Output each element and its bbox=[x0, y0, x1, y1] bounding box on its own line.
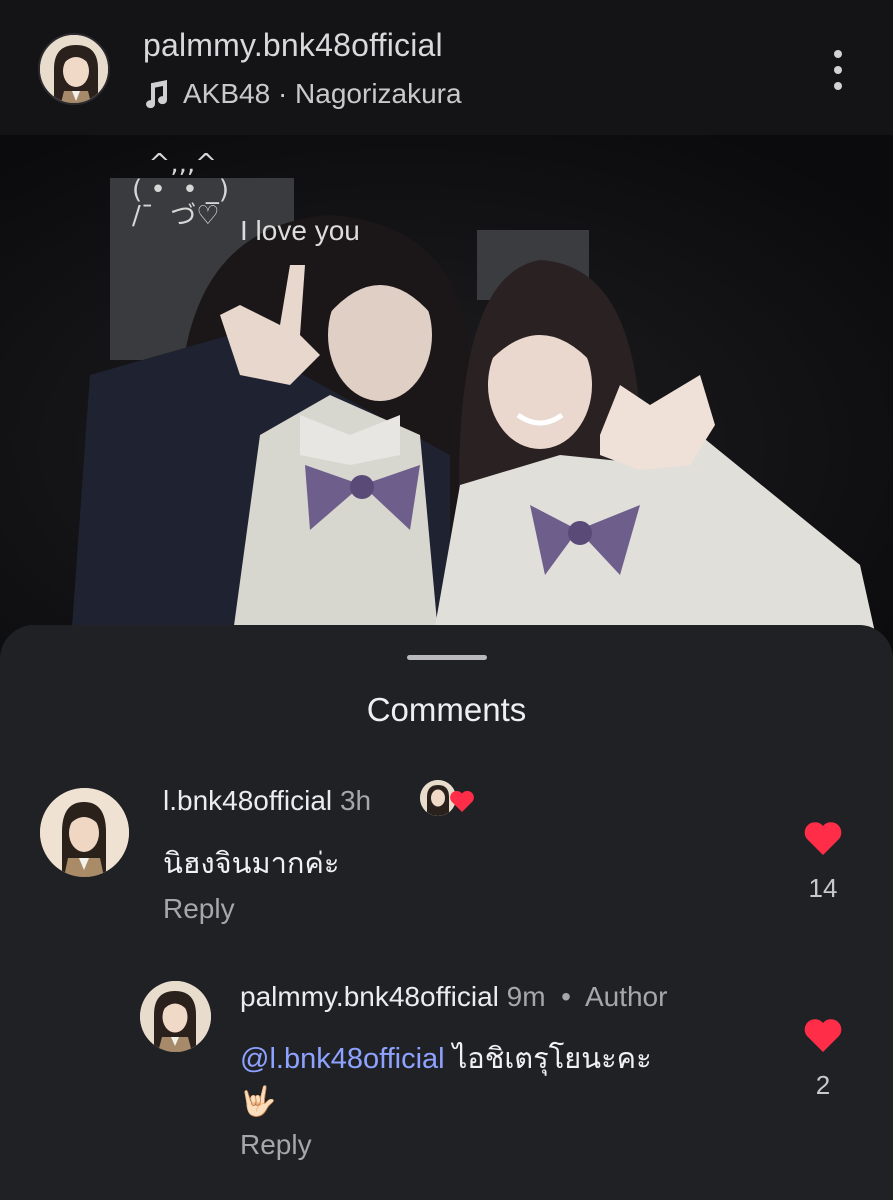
mention-link[interactable]: @l.bnk48official bbox=[240, 1043, 445, 1075]
music-note-icon bbox=[146, 80, 168, 109]
separator-dot: • bbox=[553, 981, 579, 1012]
reply-text: ไอชิเตรุโยนะคะ bbox=[452, 1043, 652, 1075]
creator-heart-icon bbox=[450, 790, 474, 812]
photo-caption: I love you bbox=[240, 215, 360, 246]
reply-emoji: 🤟🏻 bbox=[240, 1086, 277, 1118]
post-photo[interactable]: ^,,,^ ( • • _) /¯ づ♡ I love you bbox=[0, 135, 893, 655]
reply-button[interactable]: Reply bbox=[163, 893, 235, 925]
reply-time: 9m bbox=[506, 981, 546, 1012]
author-avatar[interactable] bbox=[38, 33, 110, 105]
comments-sheet: Comments l.bnk48official 3h นิฮงจินมากค่… bbox=[0, 625, 893, 1200]
comment-text: นิฮงจินมากค่ะ bbox=[163, 848, 340, 880]
author-badge: Author bbox=[584, 981, 668, 1012]
more-options-icon[interactable] bbox=[826, 48, 850, 92]
reply-author-avatar[interactable] bbox=[140, 981, 211, 1052]
photo-kaomoji: ^,,,^ ( • • _) /¯ づ♡ bbox=[132, 149, 230, 231]
like-count: 2 bbox=[815, 1070, 831, 1100]
commenter-username[interactable]: l.bnk48official bbox=[163, 785, 332, 816]
comments-title: Comments bbox=[366, 691, 527, 728]
like-count: 14 bbox=[808, 873, 838, 903]
heart-icon[interactable] bbox=[803, 820, 843, 856]
reply-button[interactable]: Reply bbox=[240, 1129, 312, 1161]
reply-header: palmmy.bnk48official 9m • Author bbox=[240, 981, 667, 1013]
post-username[interactable]: palmmy.bnk48official bbox=[143, 27, 443, 64]
post-header: palmmy.bnk48official AKB48 · Nagorizakur… bbox=[0, 0, 893, 135]
commenter-avatar[interactable] bbox=[40, 788, 129, 877]
comment-time: 3h bbox=[339, 785, 372, 816]
music-title: AKB48 · Nagorizakura bbox=[183, 78, 462, 109]
reply-text-line: @l.bnk48official ไอชิเตรุโยนะคะ bbox=[240, 1035, 652, 1081]
heart-icon[interactable] bbox=[803, 1017, 843, 1053]
reply-username[interactable]: palmmy.bnk48official bbox=[240, 981, 499, 1012]
drag-handle[interactable] bbox=[407, 655, 487, 660]
comment-header: l.bnk48official 3h bbox=[163, 785, 371, 817]
music-info[interactable]: AKB48 · Nagorizakura bbox=[143, 78, 462, 110]
